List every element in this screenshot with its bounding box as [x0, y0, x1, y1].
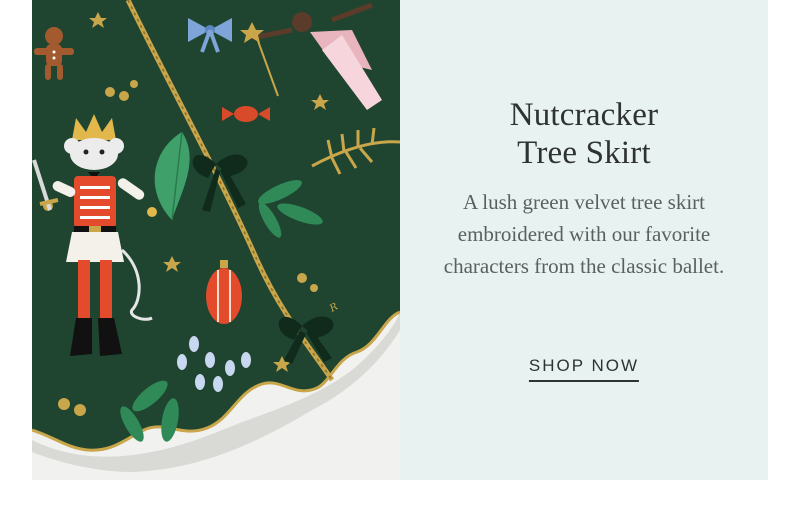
shop-now-button[interactable]: SHOP NOW [528, 356, 640, 382]
product-info-panel: Nutcracker Tree Skirt A lush green velve… [400, 0, 768, 480]
promo-card: R Nutcracker Tree Skirt A lush green vel… [32, 0, 768, 480]
tree-skirt-image: R [32, 0, 400, 480]
product-title-line2: Tree Skirt [517, 135, 651, 171]
product-photo[interactable]: R [32, 0, 400, 480]
product-description: A lush green velvet tree skirt embroider… [443, 190, 725, 278]
product-title-line1: Nutcracker [509, 97, 659, 133]
product-title: Nutcracker Tree Skirt [400, 96, 768, 172]
